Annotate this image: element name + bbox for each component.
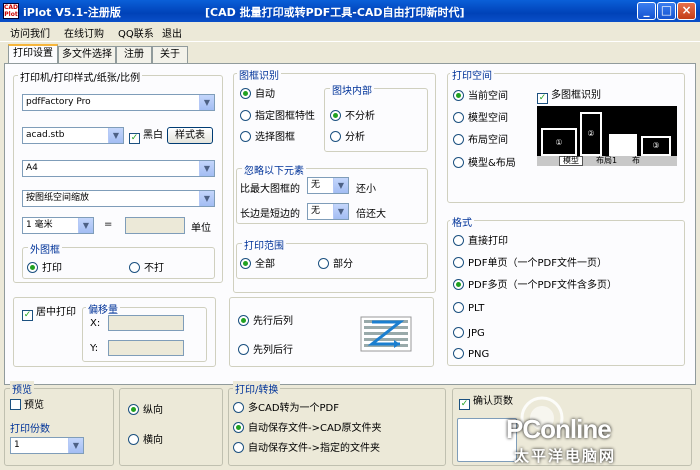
menu-bar: 访问我们 在线订购 QQ联系 退出 [0, 22, 700, 42]
chevron-down-icon: ▼ [333, 204, 348, 219]
ignore-row2-suffix: 倍还大 [356, 209, 386, 220]
offset-y-label: Y: [90, 343, 99, 354]
order-col-radio[interactable]: 先行后列 [238, 315, 293, 328]
frame-1-icon: ① [541, 128, 577, 156]
orientation-portrait-radio[interactable]: 纵向 [128, 404, 163, 417]
format-pdf-multi-radio[interactable]: PDF多页（一个PDF文件含多页） [453, 279, 617, 292]
maximize-button[interactable]: □ [657, 2, 676, 20]
offset-y-field[interactable] [108, 340, 184, 356]
center-print-checkbox[interactable]: ✓ 居中打印 [22, 307, 76, 321]
space-both-radio[interactable]: 模型&布局 [453, 157, 516, 170]
tab-multi-file[interactable]: 多文件选择 [58, 46, 116, 63]
space-current-radio[interactable]: 当前空间 [453, 90, 508, 103]
convert-title: 打印/转换 [233, 381, 281, 396]
range-part-radio[interactable]: 部分 [318, 258, 353, 271]
print-range-title: 打印范围 [242, 237, 286, 252]
tab-about[interactable]: 关于 [152, 46, 188, 63]
menu-exit[interactable]: 退出 [162, 25, 182, 40]
recog-select-radio[interactable]: 选择图框 [240, 131, 295, 144]
equals-label: = [104, 219, 113, 230]
preview-checkbox[interactable]: 预览 [10, 399, 44, 412]
frame-2-icon: ② [580, 112, 602, 156]
menu-visit[interactable]: 访问我们 [10, 25, 50, 40]
window-caption: [CAD 批量打印或转PDF工具-CAD自由打印新时代] [205, 6, 465, 19]
unit-select[interactable]: 1 毫米 ▼ [22, 217, 94, 234]
chevron-down-icon: ▼ [199, 95, 214, 110]
space-model-radio[interactable]: 模型空间 [453, 112, 508, 125]
block-group-title: 图块内部 [330, 82, 374, 97]
chevron-down-icon: ▼ [199, 161, 214, 176]
paper-select[interactable]: A4 ▼ [22, 160, 215, 177]
offset-x-field[interactable] [108, 315, 184, 331]
chevron-down-icon: ▼ [108, 128, 123, 143]
style-table-button[interactable]: 样式表 [167, 127, 213, 144]
printer-group-title: 打印机/打印样式/纸张/比例 [18, 69, 143, 84]
order-z-icon [360, 316, 412, 352]
frame-noprint-radio[interactable]: 不打 [129, 262, 164, 275]
ignore-ratio-select[interactable]: 无 ▼ [307, 203, 349, 220]
offset-x-label: X: [90, 318, 101, 329]
scale-select[interactable]: 按图纸空间缩放 ▼ [22, 190, 215, 207]
chevron-down-icon: ▼ [78, 218, 93, 233]
chevron-down-icon: ▼ [333, 178, 348, 193]
ignore-row1-label: 比最大图框的 [240, 184, 300, 195]
order-row-radio[interactable]: 先列后行 [238, 344, 293, 357]
format-png-radio[interactable]: PNG [453, 348, 489, 361]
ignore-row1-suffix: 还小 [356, 184, 376, 195]
preview-tab-layout: 布局1 [596, 156, 618, 165]
copies-title: 打印份数 [10, 424, 50, 435]
unit-label: 单位 [191, 223, 211, 234]
confirm-pages-checkbox[interactable]: ✓ 确认页数 [459, 396, 513, 410]
unit-field[interactable] [125, 217, 185, 234]
range-all-radio[interactable]: 全部 [240, 258, 275, 271]
block-yes-radio[interactable]: 分析 [330, 131, 365, 144]
outer-frame-title: 外图框 [28, 241, 62, 256]
block-no-radio[interactable]: 不分析 [330, 110, 375, 123]
format-plt-radio[interactable]: PLT [453, 302, 484, 315]
plot-style-select[interactable]: acad.stb ▼ [22, 127, 124, 144]
frame-3-icon: ③ [641, 136, 671, 156]
menu-qq[interactable]: QQ联系 [118, 25, 154, 40]
tab-print-settings[interactable]: 打印设置 [8, 44, 58, 64]
minimize-button[interactable]: _ [637, 2, 656, 20]
frame-recognition-title: 图框识别 [237, 67, 281, 82]
start-print-button[interactable] [457, 418, 517, 462]
preview-tab-model: 模型 [559, 156, 583, 166]
app-title: iPlot V5.1-注册版 [23, 6, 121, 19]
printer-select[interactable]: pdfFactory Pro ▼ [22, 94, 215, 111]
multi-frame-checkbox[interactable]: ✓ 多图框识别 [537, 90, 601, 104]
title-bar: CAD Plot iPlot V5.1-注册版 [CAD 批量打印或转PDF工具… [0, 0, 700, 22]
orientation-landscape-radio[interactable]: 横向 [128, 434, 163, 447]
ignore-min-select[interactable]: 无 ▼ [307, 177, 349, 194]
multi-frame-preview-image: ① ② ③ 模型 布局1 布 [537, 106, 677, 166]
preview-tab-extra: 布 [632, 156, 640, 165]
convert-auto-spec-radio[interactable]: 自动保存文件->指定的文件夹 [233, 442, 380, 455]
copies-select[interactable]: 1 ▼ [10, 437, 84, 454]
format-direct-radio[interactable]: 直接打印 [453, 235, 508, 248]
space-layout-radio[interactable]: 布局空间 [453, 134, 508, 147]
convert-auto-orig-radio[interactable]: 自动保存文件->CAD原文件夹 [233, 422, 382, 435]
frame-print-radio[interactable]: 打印 [27, 262, 62, 275]
preview-title: 预览 [10, 381, 34, 396]
bw-checkbox[interactable]: ✓ 黑白 [129, 130, 163, 144]
recog-specified-radio[interactable]: 指定图框特性 [240, 110, 315, 123]
ignore-group-title: 忽略以下元素 [242, 162, 306, 177]
format-jpg-radio[interactable]: JPG [453, 327, 485, 340]
menu-order[interactable]: 在线订购 [64, 25, 104, 40]
offset-title: 偏移量 [86, 301, 120, 316]
layout-tabs-strip: 模型 布局1 布 [537, 156, 677, 166]
format-pdf-single-radio[interactable]: PDF单页（一个PDF文件一页） [453, 257, 607, 270]
print-space-title: 打印空间 [450, 67, 494, 82]
format-title: 格式 [450, 214, 474, 229]
app-icon: CAD Plot [3, 3, 19, 19]
chevron-down-icon: ▼ [68, 438, 83, 453]
ignore-row2-label: 长边是短边的 [240, 209, 300, 220]
close-button[interactable]: × [677, 2, 696, 20]
convert-one-pdf-radio[interactable]: 多CAD转为一个PDF [233, 402, 339, 415]
frame-blank-icon [609, 134, 637, 156]
orientation-group [119, 388, 223, 466]
tab-register[interactable]: 注册 [116, 46, 152, 63]
recog-auto-radio[interactable]: 自动 [240, 88, 275, 101]
chevron-down-icon: ▼ [199, 191, 214, 206]
